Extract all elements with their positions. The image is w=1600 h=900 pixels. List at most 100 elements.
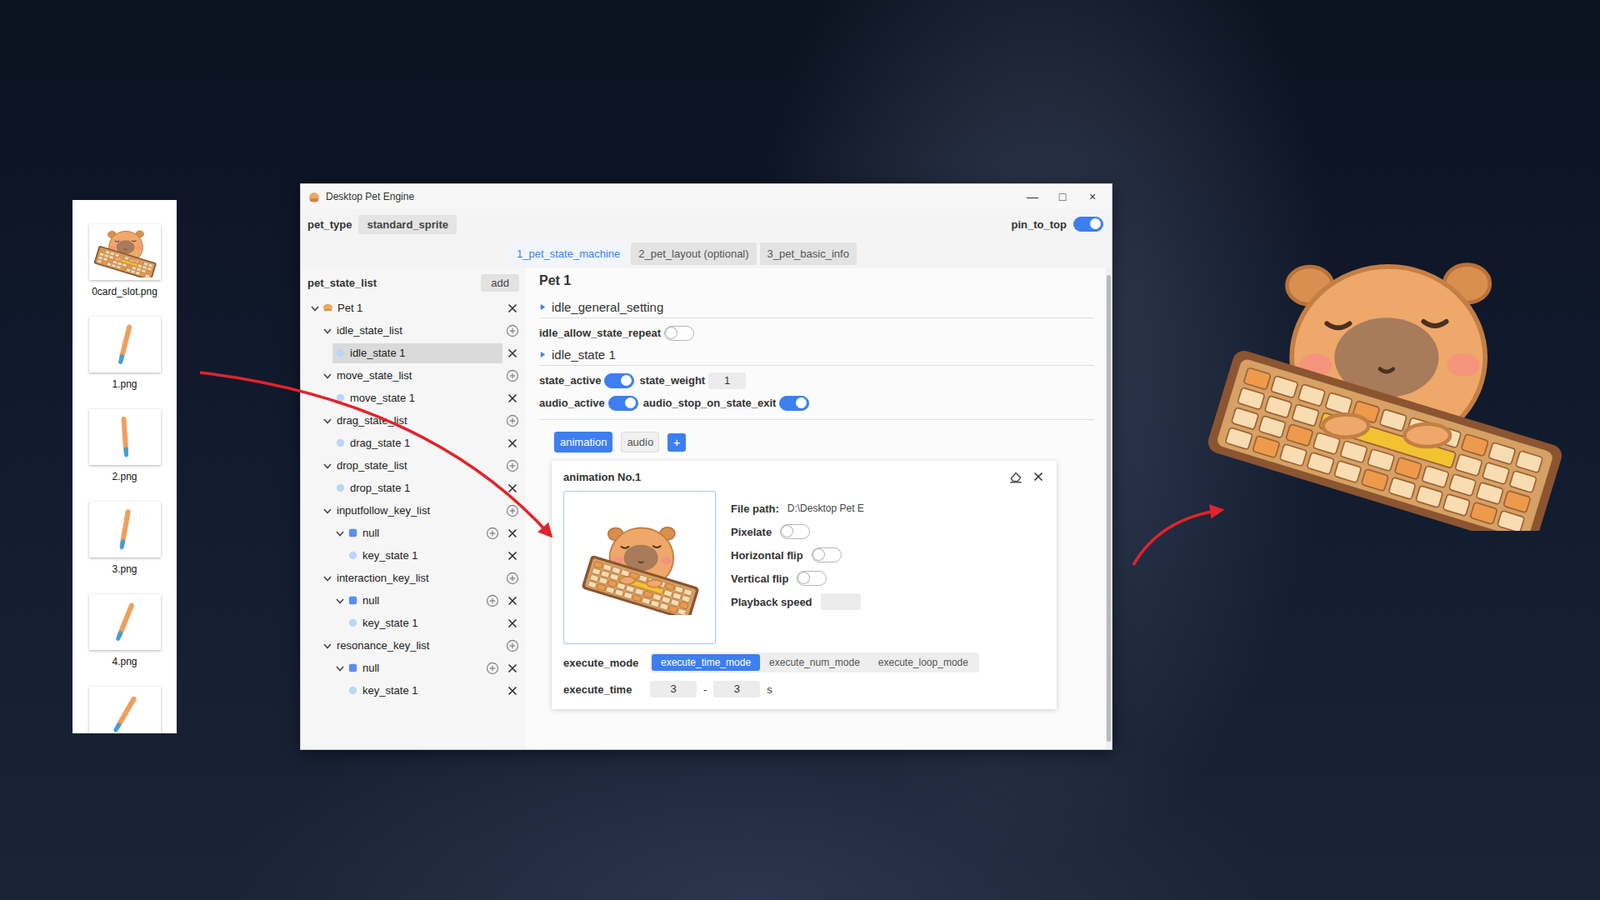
tab[interactable]: 2_pet_layout (optional)	[630, 242, 756, 265]
tree-item[interactable]: move_state_list	[307, 364, 520, 387]
tree-item-label-area: null	[332, 590, 483, 611]
setting-toggle[interactable]	[779, 395, 810, 411]
add-circle-icon[interactable]	[505, 639, 520, 653]
add-subtab-button[interactable]: +	[667, 433, 686, 452]
remove-icon[interactable]	[505, 526, 520, 540]
section-header[interactable]: idle_state 1	[539, 344, 1095, 366]
tree-item[interactable]: null	[307, 589, 520, 612]
setting-label: audio_stop_on_state_exit	[643, 396, 777, 410]
remove-icon[interactable]	[505, 301, 520, 315]
subtab[interactable]: audio	[620, 431, 660, 453]
add-circle-icon[interactable]	[505, 571, 520, 585]
add-button[interactable]: add	[480, 274, 520, 292]
remove-icon[interactable]	[505, 661, 520, 675]
brush-stroke-icon	[89, 501, 161, 558]
scrollbar-thumb[interactable]	[1106, 275, 1111, 742]
tree-item[interactable]: resonance_key_list	[307, 634, 520, 657]
tree-item[interactable]: idle_state 1	[307, 341, 520, 365]
remove-icon[interactable]	[505, 684, 520, 698]
add-circle-icon[interactable]	[505, 504, 520, 518]
chevron-down-icon[interactable]	[335, 528, 345, 539]
eraser-icon[interactable]	[1008, 469, 1024, 485]
animation-preview[interactable]	[563, 490, 716, 645]
add-circle-icon[interactable]	[505, 459, 520, 473]
add-circle-icon[interactable]	[505, 324, 520, 338]
tree-item[interactable]: interaction_key_list	[307, 566, 520, 590]
tree-item[interactable]: null	[307, 656, 520, 680]
tree-item[interactable]: inputfollow_key_list	[307, 499, 520, 522]
chevron-down-icon[interactable]	[322, 505, 333, 516]
tree-item[interactable]: drop_state 1	[307, 476, 520, 500]
option-toggle[interactable]	[780, 524, 810, 540]
option-toggle[interactable]	[811, 547, 842, 563]
execute-mode-option[interactable]: execute_time_mode	[651, 654, 760, 671]
tree-item[interactable]: key_state 1	[307, 611, 520, 635]
file-item[interactable]: 4.png	[89, 594, 161, 669]
file-item[interactable]: 2.png	[89, 409, 161, 484]
delete-animation-icon[interactable]	[1031, 470, 1045, 484]
chevron-down-icon[interactable]	[322, 460, 333, 471]
remove-icon[interactable]	[505, 549, 520, 563]
remove-icon[interactable]	[505, 481, 520, 495]
chevron-down-icon[interactable]	[322, 370, 333, 381]
time-from-input[interactable]: 3	[650, 680, 697, 698]
file-item[interactable]: 0card_slot.png	[89, 224, 161, 299]
add-circle-icon[interactable]	[505, 369, 520, 383]
toggle-knob	[665, 327, 677, 339]
tree-item-text: drop_state_list	[335, 459, 408, 472]
remove-icon[interactable]	[505, 616, 520, 630]
chevron-down-icon[interactable]	[322, 573, 333, 584]
tree-item[interactable]: null	[307, 521, 520, 545]
desktop-pet[interactable]	[1194, 245, 1574, 531]
number-input[interactable]: 1	[708, 372, 746, 390]
execute-mode-option[interactable]: execute_num_mode	[760, 654, 870, 671]
tree-item[interactable]: Pet 1	[307, 296, 520, 320]
remove-icon[interactable]	[505, 391, 520, 405]
remove-icon[interactable]	[505, 594, 520, 608]
tree-item-actions	[482, 526, 520, 540]
chevron-down-icon[interactable]	[322, 640, 333, 651]
window-control[interactable]: —	[1020, 190, 1045, 204]
chevron-down-icon[interactable]	[335, 663, 345, 674]
remove-icon[interactable]	[505, 436, 520, 450]
tree-item[interactable]: idle_state_list	[307, 319, 520, 342]
time-to-input[interactable]: 3	[713, 680, 760, 698]
setting-toggle[interactable]	[608, 395, 639, 411]
tree-item[interactable]: drop_state_list	[307, 454, 520, 477]
chevron-down-icon[interactable]	[335, 595, 345, 606]
tree-item[interactable]: drag_state 1	[307, 431, 520, 455]
scrollbar[interactable]	[1105, 268, 1112, 750]
tab[interactable]: 1_pet_state_machine	[509, 242, 628, 265]
file-item[interactable]: 1.png	[89, 316, 161, 391]
add-circle-icon[interactable]	[485, 594, 500, 608]
option-toggle[interactable]	[796, 570, 827, 586]
execute-mode-option[interactable]: execute_loop_mode	[869, 654, 978, 671]
tree-item-label-area: drag_state 1	[332, 433, 503, 454]
setting-toggle[interactable]	[664, 325, 695, 341]
tab[interactable]: 3_pet_basic_info	[760, 242, 857, 265]
file-item[interactable]	[89, 686, 161, 734]
remove-icon[interactable]	[505, 346, 520, 360]
section-header[interactable]: idle_general_setting	[539, 296, 1095, 319]
tree-item[interactable]: move_state 1	[307, 386, 520, 410]
desktop: 0card_slot.png 1.png 2.png 3.png 4.png D…	[0, 0, 1600, 900]
add-circle-icon[interactable]	[485, 526, 500, 540]
window-control[interactable]: □	[1050, 190, 1075, 204]
pin-to-top-toggle[interactable]	[1073, 216, 1104, 232]
chevron-down-icon[interactable]	[322, 415, 333, 426]
pet-type-dropdown[interactable]: standard_sprite	[358, 215, 457, 235]
tree-item[interactable]: key_state 1	[307, 679, 520, 702]
subtab[interactable]: animation	[554, 431, 613, 453]
playback-speed-input[interactable]	[820, 593, 861, 610]
file-thumbnail	[89, 316, 161, 373]
chevron-down-icon[interactable]	[310, 303, 320, 314]
tree-item[interactable]: drag_state_list	[307, 409, 520, 432]
chevron-down-icon[interactable]	[322, 325, 333, 336]
add-circle-icon[interactable]	[505, 414, 520, 428]
tree-item[interactable]: key_state 1	[307, 544, 520, 567]
setting-toggle[interactable]	[604, 373, 635, 389]
file-item[interactable]: 3.png	[89, 501, 161, 576]
add-circle-icon[interactable]	[485, 661, 500, 675]
app-logo-icon	[307, 190, 321, 204]
window-control[interactable]: ×	[1080, 190, 1105, 204]
